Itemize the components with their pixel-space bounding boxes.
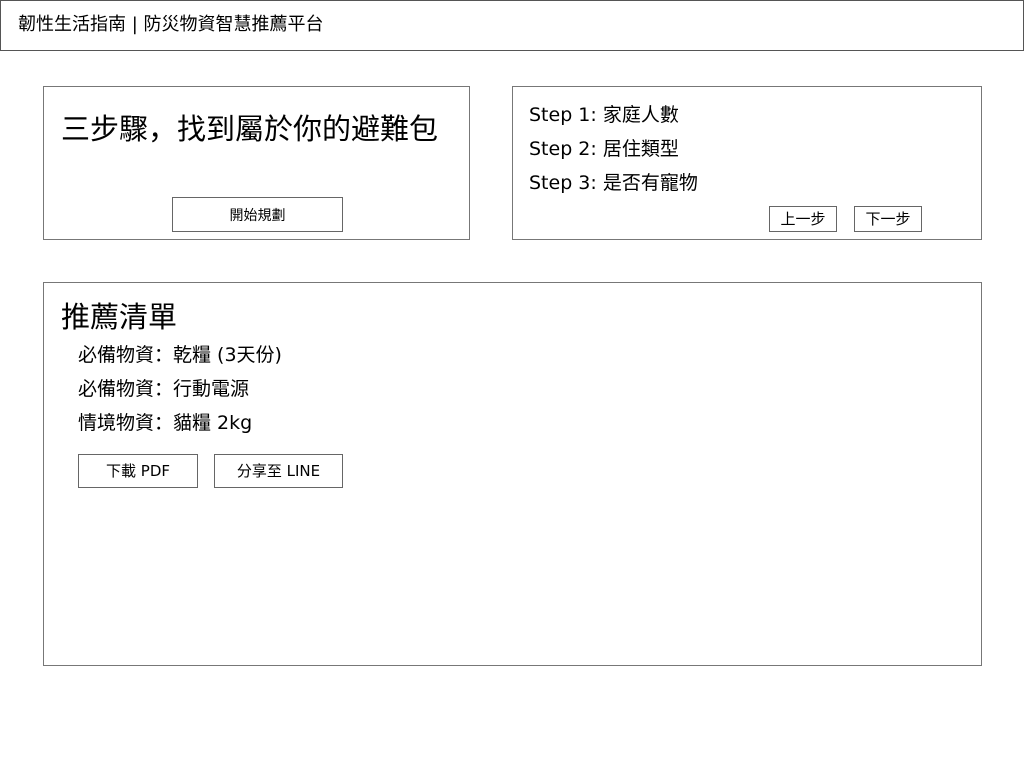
prev-step-button[interactable]: 上一步	[769, 206, 837, 232]
list-item: 情境物資：貓糧 2kg	[78, 412, 253, 434]
hero-panel: 三步驟，找到屬於你的避難包 開始規劃	[43, 86, 470, 240]
site-title: 韌性生活指南 | 防災物資智慧推薦平台	[18, 14, 324, 35]
step-item-household-size: Step 1: 家庭人數	[529, 104, 679, 126]
next-step-button[interactable]: 下一步	[854, 206, 922, 232]
share-line-button[interactable]: 分享至 LINE	[214, 454, 343, 488]
list-item: 必備物資：行動電源	[78, 378, 250, 400]
step-item-pets: Step 3: 是否有寵物	[529, 172, 698, 194]
recommendation-panel: 推薦清單 必備物資：乾糧 (3天份) 必備物資：行動電源 情境物資：貓糧 2kg…	[43, 282, 982, 666]
header-bar: 韌性生活指南 | 防災物資智慧推薦平台	[0, 0, 1024, 51]
step-item-housing-type: Step 2: 居住類型	[529, 138, 679, 160]
download-pdf-button[interactable]: 下載 PDF	[78, 454, 198, 488]
page: 韌性生活指南 | 防災物資智慧推薦平台 三步驟，找到屬於你的避難包 開始規劃 S…	[0, 0, 1024, 768]
start-planning-button[interactable]: 開始規劃	[172, 197, 343, 232]
list-item: 必備物資：乾糧 (3天份)	[78, 344, 282, 366]
steps-panel: Step 1: 家庭人數 Step 2: 居住類型 Step 3: 是否有寵物 …	[512, 86, 982, 240]
recommendation-title: 推薦清單	[61, 300, 178, 334]
hero-title: 三步驟，找到屬於你的避難包	[61, 112, 439, 146]
